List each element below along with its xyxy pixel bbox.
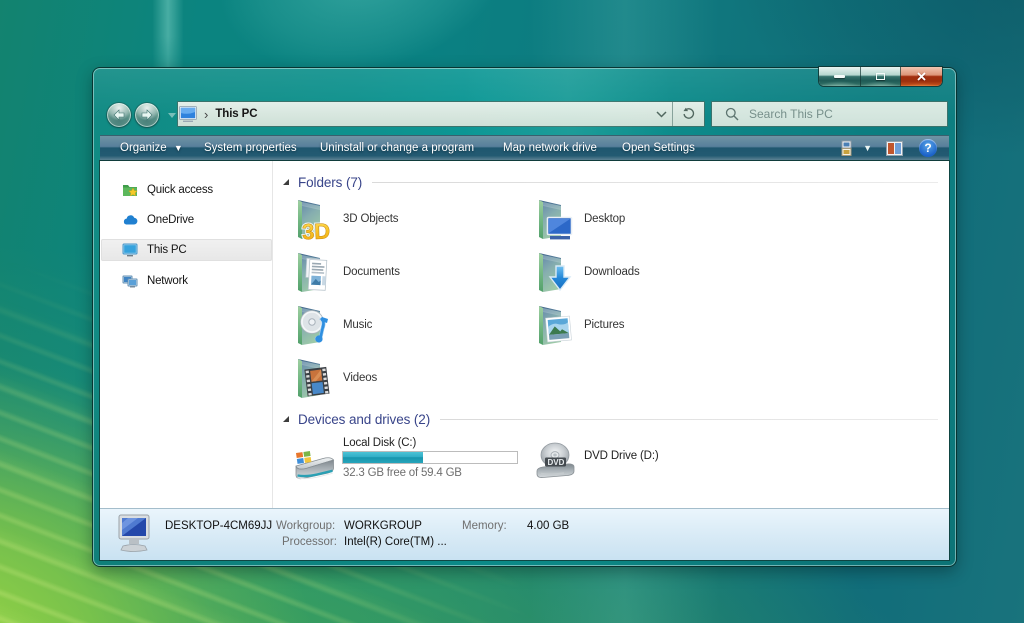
svg-text:3D: 3D	[302, 218, 331, 242]
svg-text:DVD: DVD	[548, 458, 565, 467]
